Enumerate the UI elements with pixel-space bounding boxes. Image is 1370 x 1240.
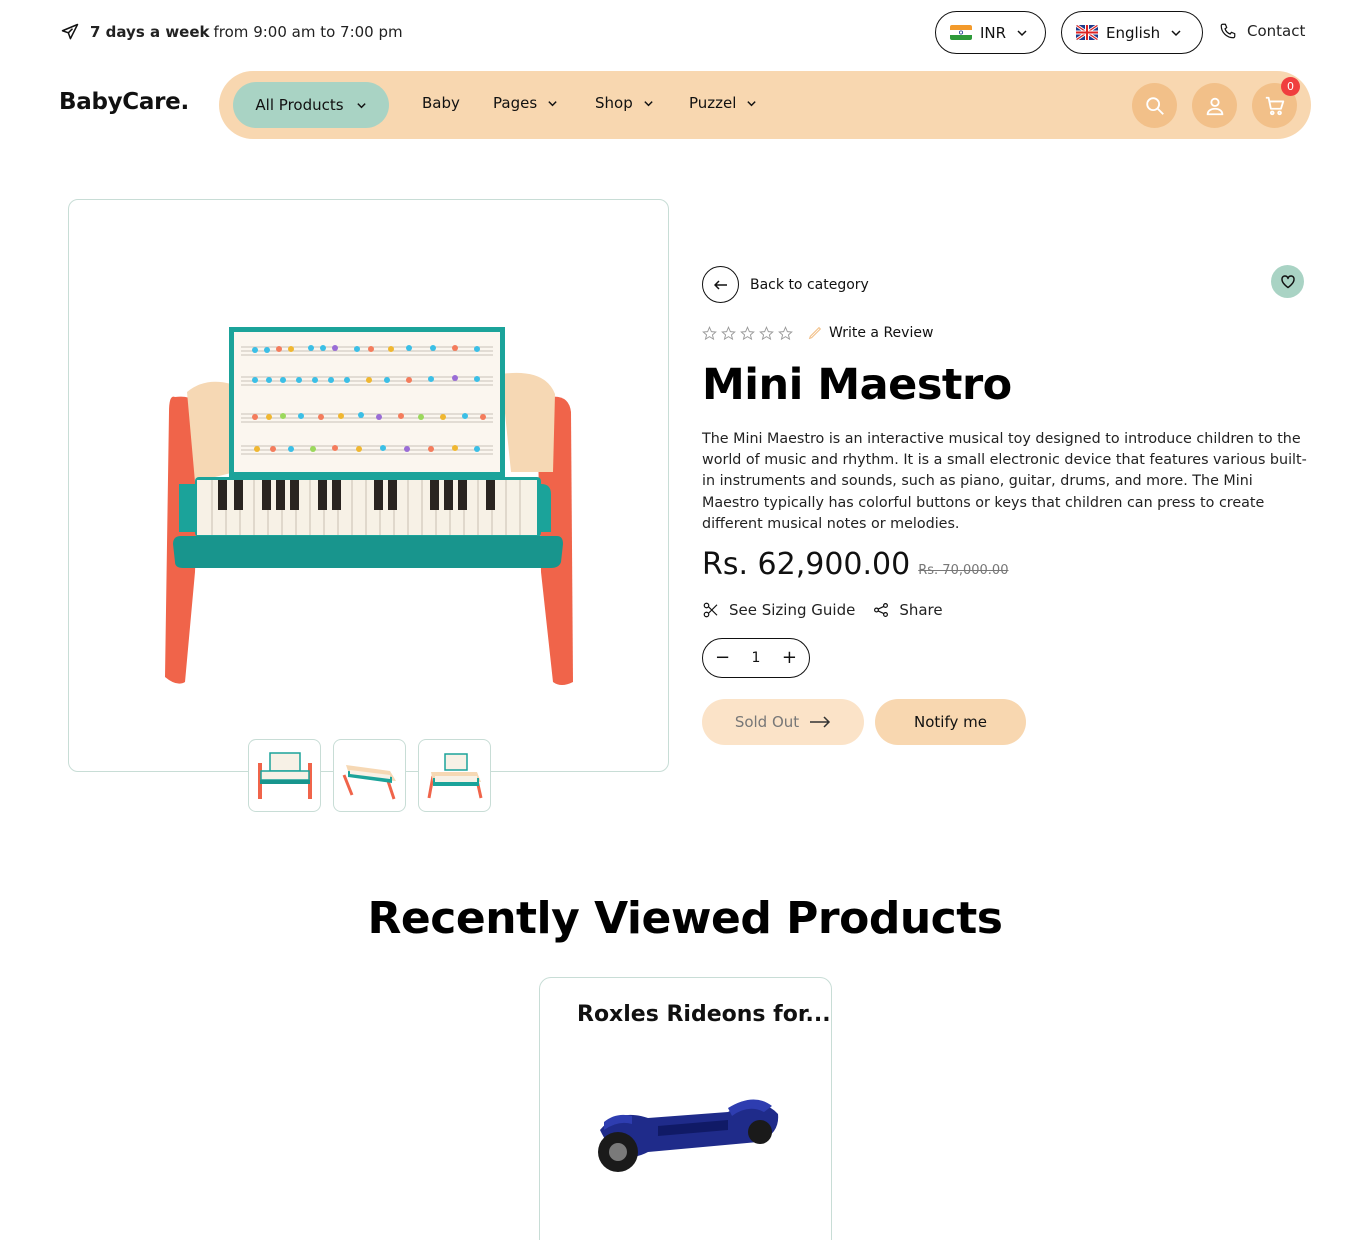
scissors-icon	[703, 602, 718, 618]
nav-item-shop[interactable]: Shop	[595, 94, 654, 112]
nav-label: Shop	[595, 94, 633, 112]
nav-item-baby[interactable]: Baby	[422, 94, 460, 112]
star-icon	[778, 325, 793, 340]
product-title: Mini Maestro	[702, 360, 1012, 410]
notify-label: Notify me	[914, 713, 987, 731]
cart-button[interactable]: 0	[1252, 77, 1300, 128]
chevron-down-icon	[644, 100, 653, 106]
cart-count-badge: 0	[1281, 77, 1300, 96]
site-logo[interactable]: BabyCare.	[59, 89, 189, 115]
plus-button[interactable]: +	[782, 649, 797, 667]
product-card-title[interactable]: Roxles Rideons for...	[577, 1002, 831, 1027]
chevron-down-icon	[1017, 29, 1027, 36]
heart-icon	[1280, 275, 1295, 289]
arrow-left-icon	[702, 266, 739, 303]
nav-label: Baby	[422, 94, 460, 112]
nav-label: Puzzel	[689, 94, 737, 112]
back-to-category-link[interactable]: Back to category	[702, 266, 869, 303]
all-products-label: All Products	[255, 96, 344, 114]
contact-label: Contact	[1247, 22, 1306, 40]
recently-viewed-heading: Recently Viewed Products	[367, 893, 1003, 944]
original-price: Rs. 70,000.00	[918, 563, 1009, 578]
minus-button[interactable]: −	[715, 649, 730, 667]
star-icon	[740, 325, 755, 340]
phone-icon	[1220, 23, 1236, 39]
chevron-down-icon	[747, 100, 757, 106]
product-main-image[interactable]	[165, 322, 575, 687]
all-products-button[interactable]: All Products	[233, 82, 389, 128]
back-label: Back to category	[750, 276, 869, 293]
hours-days: 7 days a week	[90, 23, 210, 41]
nav-label: Pages	[493, 94, 538, 112]
piano-thumbnail	[257, 751, 312, 799]
star-icon	[759, 325, 774, 340]
pencil-icon	[808, 326, 822, 340]
sold-out-button[interactable]: Sold Out	[702, 699, 864, 745]
user-icon	[1206, 97, 1223, 115]
thumbnail-2[interactable]	[333, 739, 406, 812]
nav-item-puzzel[interactable]: Puzzel	[689, 94, 757, 112]
write-review-link[interactable]: Write a Review	[829, 325, 933, 341]
chevron-down-icon	[548, 100, 557, 106]
account-button[interactable]	[1192, 83, 1237, 128]
product-gallery	[68, 199, 669, 772]
thumbnail-3[interactable]	[418, 739, 491, 812]
rating-row: Write a Review	[702, 325, 933, 341]
product-description: The Mini Maestro is an interactive music…	[702, 431, 1307, 532]
quantity-stepper: − 1 +	[702, 638, 810, 678]
paper-plane-icon	[61, 23, 79, 40]
chevron-down-icon	[1171, 29, 1181, 36]
share-link[interactable]: Share	[899, 601, 942, 619]
language-value: English	[1106, 23, 1161, 42]
thumbnail-strip	[248, 739, 491, 812]
chevron-down-icon	[356, 102, 366, 108]
contact-link[interactable]: Contact	[1219, 22, 1305, 40]
sold-out-label: Sold Out	[734, 713, 800, 731]
top-bar: 7 days a week from 9:00 am to 7:00 pm IN…	[0, 0, 1370, 66]
language-select[interactable]: English	[1061, 11, 1203, 54]
hours-time: from 9:00 am to 7:00 pm	[213, 23, 403, 41]
currency-value: INR	[980, 23, 1007, 42]
uk-flag-icon	[1076, 25, 1098, 40]
cart-icon	[1265, 96, 1284, 115]
product-card-image[interactable]	[588, 1090, 782, 1180]
india-flag-icon	[950, 25, 972, 40]
currency-select[interactable]: INR	[935, 11, 1046, 54]
thumbnail-1[interactable]	[248, 739, 321, 812]
wishlist-button[interactable]	[1271, 265, 1304, 298]
opening-hours: 7 days a week from 9:00 am to 7:00 pm	[60, 22, 403, 42]
piano-thumbnail	[342, 764, 396, 799]
main-nav: All Products Baby Pages Shop Puzzel 0	[219, 71, 1311, 139]
share-icon	[874, 603, 889, 617]
quantity-value[interactable]: 1	[752, 650, 761, 666]
product-card[interactable]: Roxles Rideons for...	[539, 977, 832, 1240]
star-icon	[702, 325, 717, 340]
sizing-guide-link[interactable]: See Sizing Guide	[729, 601, 855, 619]
nav-item-pages[interactable]: Pages	[493, 94, 558, 112]
current-price: Rs. 62,900.00	[702, 547, 911, 582]
star-rating	[702, 325, 793, 341]
piano-thumbnail	[427, 752, 482, 798]
notify-me-button[interactable]: Notify me	[875, 699, 1026, 745]
utility-links: See Sizing Guide Share	[702, 601, 943, 619]
star-icon	[721, 325, 736, 340]
search-button[interactable]	[1132, 83, 1177, 128]
arrow-right-icon	[810, 716, 831, 728]
search-icon	[1145, 96, 1164, 115]
price-row: Rs. 62,900.00 Rs. 70,000.00	[702, 547, 1008, 582]
